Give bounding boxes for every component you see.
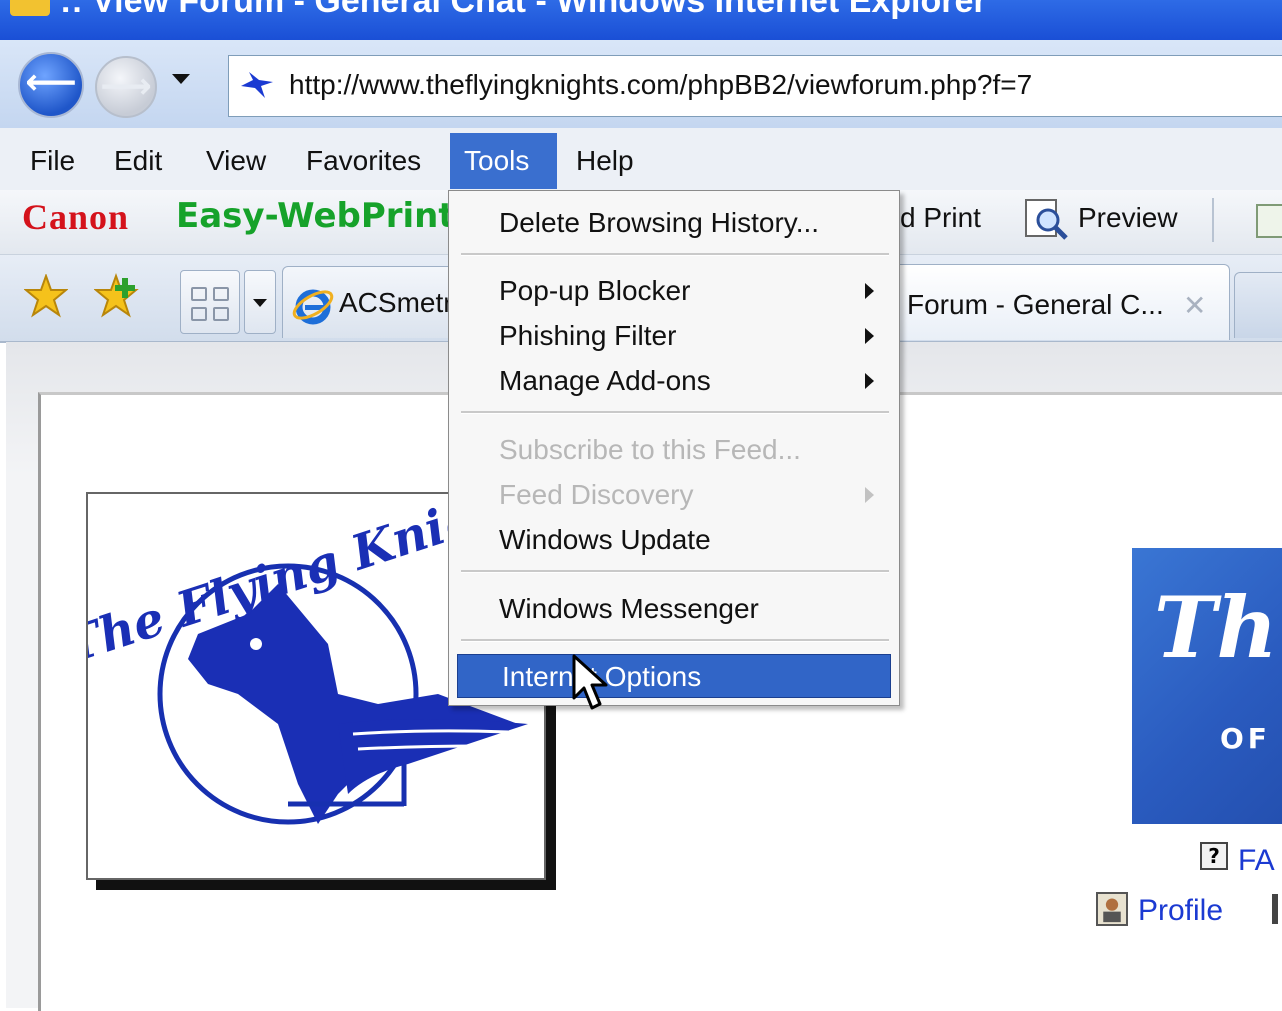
menu-view[interactable]: View — [192, 133, 280, 189]
mouse-pointer-icon — [572, 654, 608, 710]
back-button[interactable]: ⟵ — [18, 52, 84, 118]
menu-file[interactable]: File — [16, 133, 89, 189]
menu-separator — [461, 253, 889, 256]
add-to-favorites-icon[interactable] — [94, 272, 142, 320]
quick-tabs-grid-icon — [191, 307, 207, 321]
tab-forum-general-chat[interactable]: Forum - General C... ✕ — [880, 264, 1230, 340]
preview-label: Preview — [1078, 202, 1178, 233]
toolbar-separator — [1212, 198, 1214, 242]
next-link-icon[interactable] — [1272, 894, 1278, 924]
new-tab-button[interactable] — [1234, 272, 1282, 338]
menu-item-feed-discovery: Feed Discovery — [455, 473, 893, 517]
menu-item-popup-blocker[interactable]: Pop-up Blocker — [455, 269, 893, 313]
menu-item-manage-addons[interactable]: Manage Add-ons — [455, 359, 893, 403]
submenu-arrow-icon — [865, 328, 874, 344]
easy-webprint-button[interactable]: Easy-WebPrint — [176, 196, 452, 236]
banner-subtitle: OF — [1220, 722, 1271, 755]
tab-list-button[interactable] — [244, 270, 276, 334]
address-bar[interactable]: http://www.theflyingknights.com/phpBB2/v… — [228, 55, 1282, 117]
magnifier-icon — [1025, 199, 1068, 240]
internet-explorer-icon — [292, 289, 334, 325]
forward-arrow-icon: ⟶ — [100, 66, 152, 107]
menu-favorites[interactable]: Favorites — [292, 133, 435, 189]
quick-tabs-grid-icon — [213, 287, 229, 301]
ie-window-icon — [10, 0, 50, 16]
menu-item-label: Feed Discovery — [499, 479, 694, 510]
site-favicon-icon — [241, 72, 273, 98]
chevron-down-icon — [253, 299, 267, 307]
menu-item-windows-messenger[interactable]: Windows Messenger — [455, 587, 893, 631]
address-url[interactable]: http://www.theflyingknights.com/phpBB2/v… — [289, 69, 1032, 101]
menu-item-subscribe-feed: Subscribe to this Feed... — [455, 428, 893, 472]
menu-item-phishing-filter[interactable]: Phishing Filter — [455, 314, 893, 358]
submenu-arrow-icon — [865, 283, 874, 299]
forum-banner: Th OF — [1132, 548, 1282, 824]
faq-link-label: FA — [1238, 844, 1275, 877]
quick-tabs-grid-icon — [191, 287, 207, 301]
menu-item-internet-options[interactable]: Internet Options — [457, 654, 891, 698]
quick-tabs-button[interactable] — [180, 270, 240, 334]
submenu-arrow-icon — [865, 373, 874, 389]
menu-edit[interactable]: Edit — [100, 133, 176, 189]
profile-icon — [1096, 892, 1128, 926]
favorites-center-star-icon[interactable] — [24, 274, 68, 318]
window-title-bar[interactable]: :: View Forum - General Chat - Windows I… — [0, 0, 1282, 40]
quick-tabs-grid-icon — [213, 307, 229, 321]
menu-item-delete-browsing-history[interactable]: Delete Browsing History... — [455, 201, 893, 245]
toolbar-more-icon[interactable] — [1256, 204, 1282, 238]
canon-logo: Canon — [22, 197, 130, 237]
menu-item-label: Subscribe to this Feed... — [499, 434, 801, 465]
menu-separator — [461, 639, 889, 642]
profile-link-label: Profile — [1138, 894, 1224, 927]
submenu-arrow-icon — [865, 487, 874, 503]
menu-item-label: Manage Add-ons — [499, 365, 711, 396]
banner-title: Th — [1154, 578, 1278, 677]
tools-dropdown-menu: Delete Browsing History... Pop-up Blocke… — [448, 190, 900, 706]
question-icon: ? — [1200, 842, 1228, 870]
menu-item-label: Windows Update — [499, 524, 711, 555]
print-button[interactable]: d Print — [900, 202, 981, 234]
window-title: :: View Forum - General Chat - Windows I… — [60, 0, 987, 20]
menu-item-label: Delete Browsing History... — [499, 207, 820, 238]
menu-separator — [461, 411, 889, 414]
close-tab-icon[interactable]: ✕ — [1183, 289, 1206, 322]
recent-pages-dropdown-icon[interactable] — [172, 74, 190, 84]
menu-help[interactable]: Help — [562, 133, 648, 189]
menu-item-label: Windows Messenger — [499, 593, 759, 624]
menu-item-windows-update[interactable]: Windows Update — [455, 518, 893, 562]
menu-tools[interactable]: Tools — [450, 133, 557, 189]
menu-separator — [461, 570, 889, 573]
tab-label: Forum - General C... — [907, 289, 1164, 320]
back-arrow-icon: ⟵ — [25, 62, 77, 103]
menu-item-label: Phishing Filter — [499, 320, 677, 351]
forward-button[interactable]: ⟶ — [95, 56, 157, 118]
menu-item-label: Pop-up Blocker — [499, 275, 691, 306]
